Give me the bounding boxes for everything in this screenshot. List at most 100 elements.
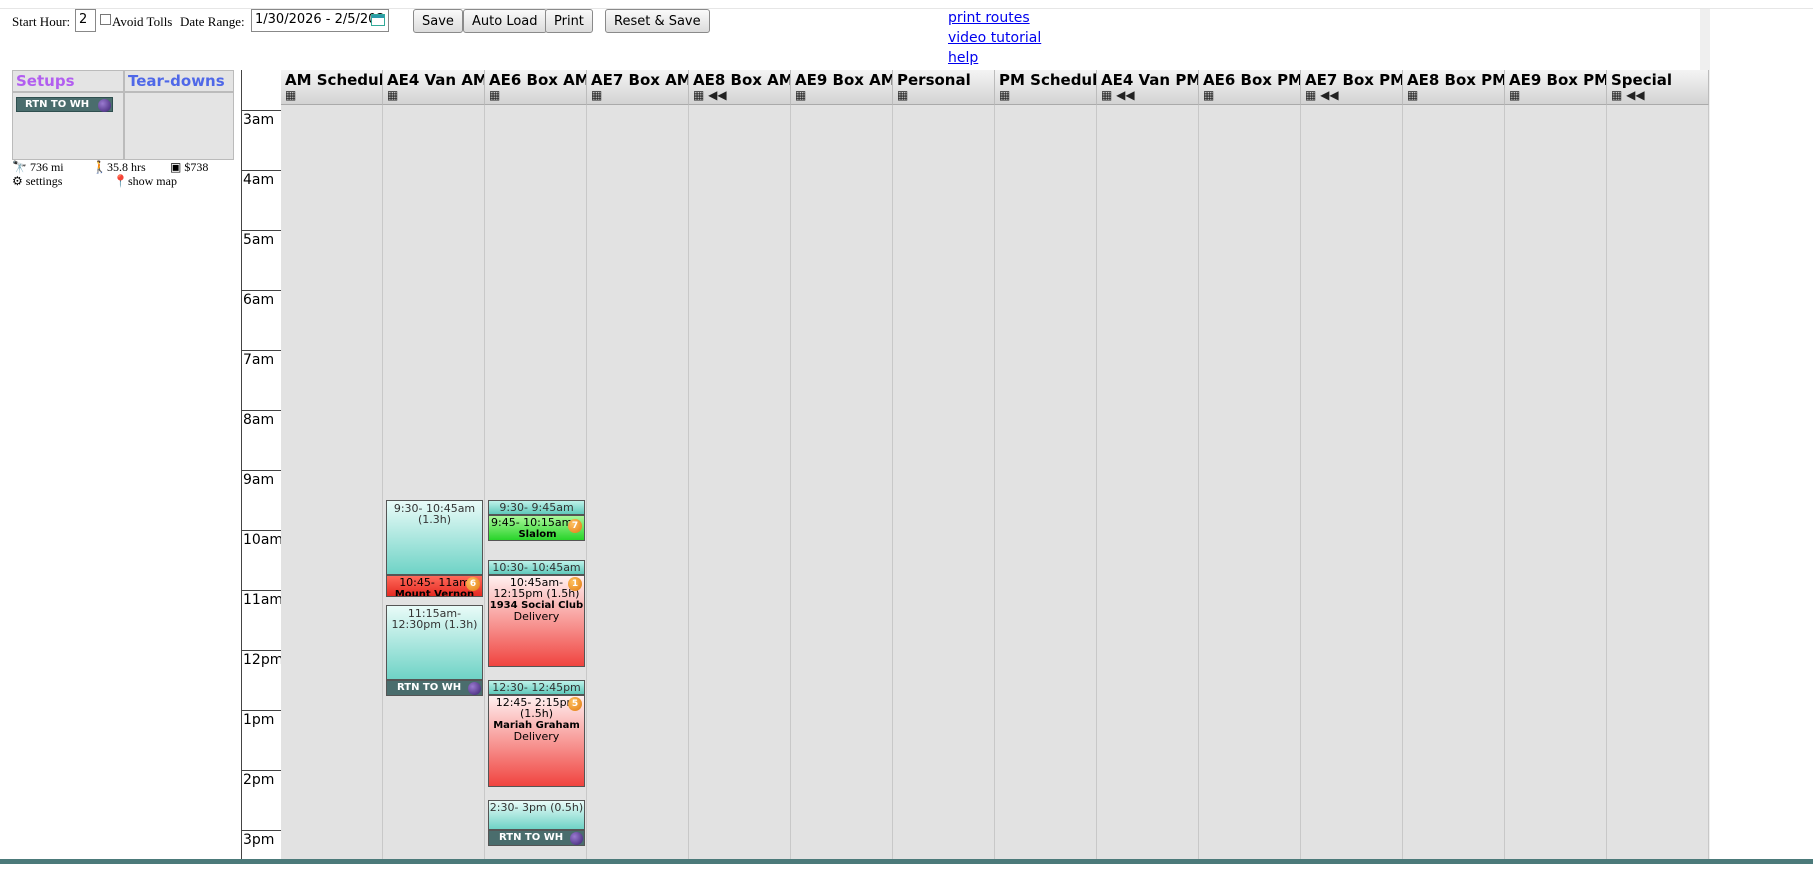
column-header[interactable]: AE7 Box PM ▦ ◀◀ xyxy=(1301,70,1403,105)
schedule-column[interactable] xyxy=(1607,70,1709,860)
gear-icon: ⚙ xyxy=(12,174,23,188)
calendar-icon[interactable]: ▦ xyxy=(1509,88,1520,102)
travel-block[interactable]: 11:15am- 12:30pm (1.3h) xyxy=(386,605,483,680)
video-tutorial-link[interactable]: video tutorial xyxy=(948,30,1041,46)
cost-value: $738 xyxy=(184,160,209,174)
date-range-input[interactable]: 1/30/2026 - 2/5/202 xyxy=(251,9,389,32)
travel-block[interactable]: 9:30- 9:45am xyxy=(488,500,585,515)
comment-badge-icon[interactable]: 1 xyxy=(568,577,582,591)
calendar-rewind-icon[interactable]: ▦ ◀◀ xyxy=(1305,88,1339,102)
show-map-label: show map xyxy=(127,174,177,188)
return-to-warehouse[interactable]: RTN TO WH xyxy=(386,680,483,696)
column-title: Special xyxy=(1611,71,1673,89)
event-mount-vernon[interactable]: 10:45- 11am Mount Vernon 6 xyxy=(386,575,483,597)
schedule-column[interactable] xyxy=(995,70,1097,860)
return-to-warehouse[interactable]: RTN TO WH xyxy=(488,830,585,846)
hour-label: 6am xyxy=(241,290,281,349)
schedule-column[interactable] xyxy=(1097,70,1199,860)
rtn-chip[interactable]: RTN TO WH xyxy=(16,97,113,112)
schedule-column[interactable] xyxy=(791,70,893,860)
column-title: AE6 Box AM xyxy=(489,71,587,89)
column-title: AE7 Box AM xyxy=(591,71,689,89)
calendar-icon[interactable]: ▦ xyxy=(1203,88,1214,102)
calendar-icon[interactable]: ▦ xyxy=(285,88,296,102)
column-header[interactable]: Special ▦ ◀◀ xyxy=(1607,70,1709,105)
settings-label: settings xyxy=(25,174,63,188)
calendar-icon[interactable]: ▦ xyxy=(387,88,398,102)
rtn-label: RTN TO WH xyxy=(499,832,564,843)
start-hour-label: Start Hour: xyxy=(12,14,71,29)
event-mariah-graham[interactable]: 12:45- 2:15pm (1.5h) Mariah Graham Deliv… xyxy=(488,695,585,787)
print-button[interactable]: Print xyxy=(545,9,593,33)
settings-link[interactable]: ⚙ settings xyxy=(12,174,62,189)
column-header[interactable]: AE6 Box AM ▦ xyxy=(485,70,587,105)
column-header[interactable]: AE9 Box AM ▦ xyxy=(791,70,893,105)
calendar-icon[interactable] xyxy=(371,14,385,26)
calendar-icon[interactable]: ▦ xyxy=(795,88,806,102)
driver-dot-icon xyxy=(570,832,583,845)
schedule-column[interactable] xyxy=(1199,70,1301,860)
calendar-icon[interactable]: ▦ xyxy=(999,88,1010,102)
comment-badge-icon[interactable]: 7 xyxy=(568,519,582,533)
travel-block[interactable]: 12:30- 12:45pm xyxy=(488,680,585,695)
auto-load-button[interactable]: Auto Load xyxy=(463,9,547,33)
column-header[interactable]: AE7 Box AM ▦ xyxy=(587,70,689,105)
calendar-rewind-icon[interactable]: ▦ ◀◀ xyxy=(1101,88,1135,102)
hour-label: 4am xyxy=(241,170,281,229)
hours-value: 35.8 hrs xyxy=(106,160,146,174)
schedule-column[interactable] xyxy=(1403,70,1505,860)
column-header[interactable]: AE4 Van PM ▦ ◀◀ xyxy=(1097,70,1199,105)
calendar-icon[interactable]: ▦ xyxy=(591,88,602,102)
column-header[interactable]: AE8 Box PM ▦ xyxy=(1403,70,1505,105)
comment-badge-icon[interactable]: 5 xyxy=(568,697,582,711)
calendar-icon[interactable]: ▦ xyxy=(489,88,500,102)
person-icon: 🚶 xyxy=(92,160,107,174)
schedule-column[interactable] xyxy=(1505,70,1607,860)
print-routes-link[interactable]: print routes xyxy=(948,10,1030,26)
schedule-column[interactable] xyxy=(587,70,689,860)
event-slalom[interactable]: 9:45- 10:15am Slalom 7 xyxy=(488,515,585,541)
comment-badge-icon[interactable]: 6 xyxy=(466,577,480,591)
schedule-column[interactable] xyxy=(281,70,383,860)
column-title: AE9 Box PM xyxy=(1509,71,1607,89)
schedule-column[interactable] xyxy=(893,70,995,860)
column-title: PM Scheduli xyxy=(999,71,1097,89)
date-range-label: Date Range: xyxy=(180,14,245,29)
binoculars-icon: 🔭 xyxy=(12,160,27,174)
rtn-label: RTN TO WH xyxy=(397,682,462,693)
column-header[interactable]: PM Scheduli ▦ xyxy=(995,70,1097,105)
column-title: AM Scheduli xyxy=(285,71,383,89)
start-hour-input[interactable]: 2 xyxy=(75,9,96,32)
travel-block[interactable]: 9:30- 10:45am (1.3h) xyxy=(386,500,483,575)
column-header[interactable]: Personal ▦ xyxy=(893,70,995,105)
reset-save-button[interactable]: Reset & Save xyxy=(605,9,710,33)
column-title: AE8 Box AM xyxy=(693,71,791,89)
column-header[interactable]: AE4 Van AM ▦ xyxy=(383,70,485,105)
calendar-rewind-icon[interactable]: ▦ ◀◀ xyxy=(693,88,727,102)
hour-label: 10am xyxy=(241,530,283,589)
map-marker-icon: 📍 xyxy=(113,174,128,188)
hours-stat: 🚶35.8 hrs xyxy=(92,160,146,175)
travel-block[interactable]: 2:30- 3pm (0.5h) xyxy=(488,800,585,830)
avoid-tolls-checkbox[interactable] xyxy=(100,14,111,25)
hour-label: 5am xyxy=(241,230,281,289)
show-map-link[interactable]: 📍show map xyxy=(113,174,177,189)
travel-block[interactable]: 10:30- 10:45am xyxy=(488,560,585,575)
schedule-column[interactable] xyxy=(383,70,485,860)
hour-label: 11am xyxy=(241,590,283,649)
column-header[interactable]: AE8 Box AM ▦ ◀◀ xyxy=(689,70,791,105)
calendar-rewind-icon[interactable]: ▦ ◀◀ xyxy=(1611,88,1645,102)
calendar-icon[interactable]: ▦ xyxy=(897,88,908,102)
setups-header[interactable]: Setups xyxy=(12,70,124,92)
event-1934-social-club[interactable]: 10:45am- 12:15pm (1.5h) 1934 Social Club… xyxy=(488,575,585,667)
save-button[interactable]: Save xyxy=(413,9,463,33)
schedule-column[interactable] xyxy=(689,70,791,860)
calendar-icon[interactable]: ▦ xyxy=(1407,88,1418,102)
schedule-column[interactable] xyxy=(1301,70,1403,860)
column-header[interactable]: AM Scheduli ▦ xyxy=(281,70,383,105)
miles-value: 736 mi xyxy=(29,160,64,174)
column-header[interactable]: AE9 Box PM ▦ xyxy=(1505,70,1607,105)
column-header[interactable]: AE6 Box PM ▦ xyxy=(1199,70,1301,105)
teardowns-header[interactable]: Tear-downs xyxy=(124,70,234,92)
help-link[interactable]: help xyxy=(948,50,978,66)
